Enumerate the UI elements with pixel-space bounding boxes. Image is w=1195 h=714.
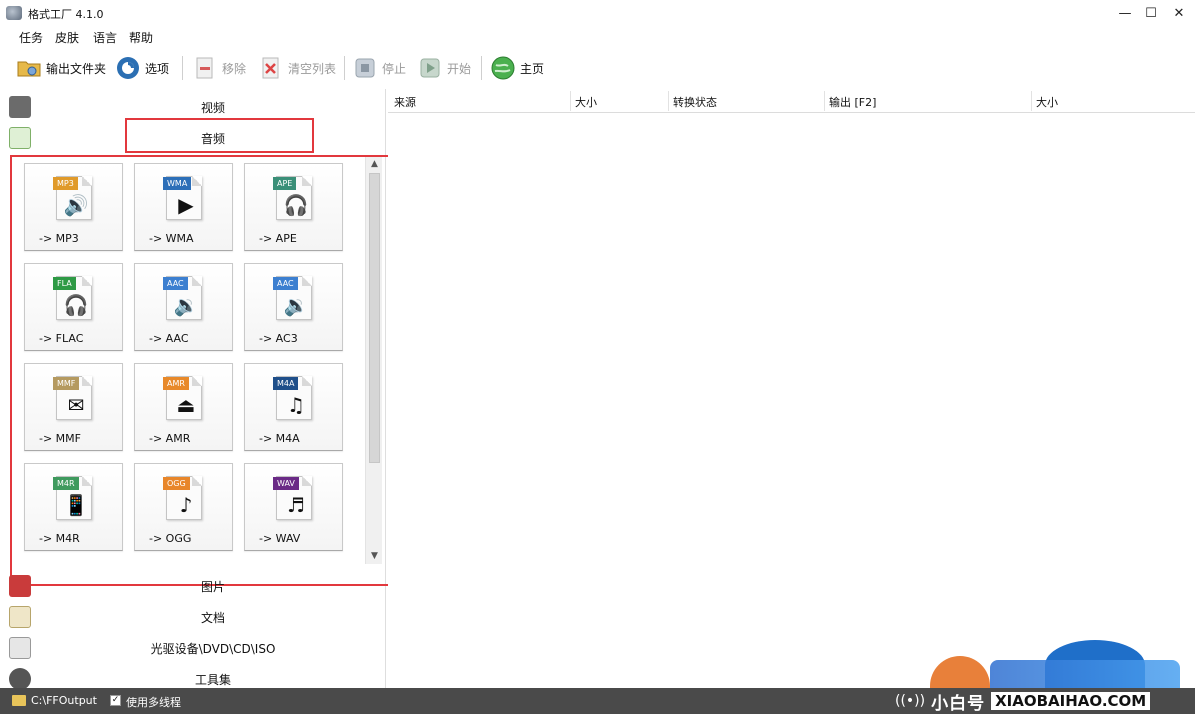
category-picture[interactable]: 图片 <box>0 570 386 600</box>
column-divider[interactable] <box>1031 91 1032 111</box>
clear-icon <box>258 55 284 81</box>
menu-bar: 任务 皮肤 语言 帮助 <box>0 27 1195 46</box>
output-folder-label: 输出文件夹 <box>46 61 107 76</box>
stop-button[interactable]: 停止 <box>352 52 406 84</box>
start-label: 开始 <box>447 61 472 76</box>
disc-drive-icon <box>9 637 31 659</box>
folder-icon <box>12 695 26 706</box>
toolbar-separator <box>344 56 345 80</box>
task-table-header: 来源 大小 转换状态 输出 [F2] 大小 <box>388 89 1195 113</box>
category-tools-label: 工具集 <box>194 673 231 687</box>
corner-logo-shape <box>990 660 1180 688</box>
multithread-label: 使用多线程 <box>126 696 181 709</box>
column-output-size[interactable]: 大小 <box>1036 94 1058 110</box>
category-document[interactable]: 文档 <box>0 601 386 631</box>
maximize-button[interactable]: ☐ <box>1136 0 1166 27</box>
highlight-format-box <box>10 155 401 586</box>
folder-icon <box>16 55 42 81</box>
brand-name-cn: 小白号 <box>931 693 986 714</box>
remove-button[interactable]: 移除 <box>192 52 246 84</box>
task-list[interactable] <box>388 114 1195 688</box>
options-label: 选项 <box>145 61 170 76</box>
brand-watermark: ((•)) 小白号 XIAOBAIHAO.COM <box>895 688 1151 714</box>
category-picture-label: 图片 <box>200 580 225 594</box>
category-optical-label: 光驱设备\DVD\CD\ISO <box>150 642 276 656</box>
start-button[interactable]: 开始 <box>417 52 471 84</box>
stop-icon <box>352 55 378 81</box>
category-video[interactable]: 视频 <box>0 91 386 121</box>
column-divider[interactable] <box>668 91 669 111</box>
toolbar-separator <box>481 56 482 80</box>
brand-name-en: XIAOBAIHAO.COM <box>991 692 1151 710</box>
menu-task[interactable]: 任务 <box>19 29 43 46</box>
title-bar: 格式工厂 4.1.0 — ☐ ✕ <box>0 0 1195 27</box>
broadcast-icon: ((•)) <box>895 693 926 709</box>
status-bar: C:\FFOutput ✓ 使用多线程 ((•)) 小白号 XIAOBAIHAO… <box>0 688 1195 714</box>
column-divider[interactable] <box>570 91 571 111</box>
category-video-label: 视频 <box>200 101 225 115</box>
stop-label: 停止 <box>382 61 407 76</box>
toolbar: 输出文件夹 选项 移除 清空列表 停止 开始 主页 <box>0 48 1195 88</box>
document-icon <box>9 606 31 628</box>
options-button[interactable]: 选项 <box>115 52 169 84</box>
column-divider[interactable] <box>824 91 825 111</box>
film-icon <box>9 96 31 118</box>
picture-icon <box>9 575 31 597</box>
start-icon <box>417 55 443 81</box>
output-folder-button[interactable]: 输出文件夹 <box>16 52 106 84</box>
music-note-icon <box>9 127 31 149</box>
category-document-label: 文档 <box>200 611 225 625</box>
column-output[interactable]: 输出 [F2] <box>829 94 876 110</box>
home-button[interactable]: 主页 <box>490 52 544 84</box>
remove-icon <box>192 55 218 81</box>
clear-list-button[interactable]: 清空列表 <box>258 52 336 84</box>
menu-language[interactable]: 语言 <box>93 29 117 46</box>
column-source[interactable]: 来源 <box>394 94 416 110</box>
output-path[interactable]: C:\FFOutput <box>31 694 97 707</box>
remove-label: 移除 <box>222 61 247 76</box>
menu-skin[interactable]: 皮肤 <box>55 29 79 46</box>
globe-icon <box>490 55 516 81</box>
menu-help[interactable]: 帮助 <box>129 29 153 46</box>
category-optical[interactable]: 光驱设备\DVD\CD\ISO <box>0 632 386 662</box>
window-title: 格式工厂 4.1.0 <box>28 8 104 21</box>
options-icon <box>115 55 141 81</box>
multithread-checkbox[interactable]: ✓ <box>110 695 121 706</box>
tools-gear-icon <box>9 668 31 690</box>
column-status[interactable]: 转换状态 <box>673 94 717 110</box>
toolbar-separator <box>182 56 183 80</box>
home-label: 主页 <box>520 61 545 76</box>
clear-list-label: 清空列表 <box>288 61 337 76</box>
highlight-audio-box <box>125 118 314 153</box>
column-size[interactable]: 大小 <box>575 94 597 110</box>
close-button[interactable]: ✕ <box>1164 0 1194 27</box>
app-icon <box>6 6 22 20</box>
